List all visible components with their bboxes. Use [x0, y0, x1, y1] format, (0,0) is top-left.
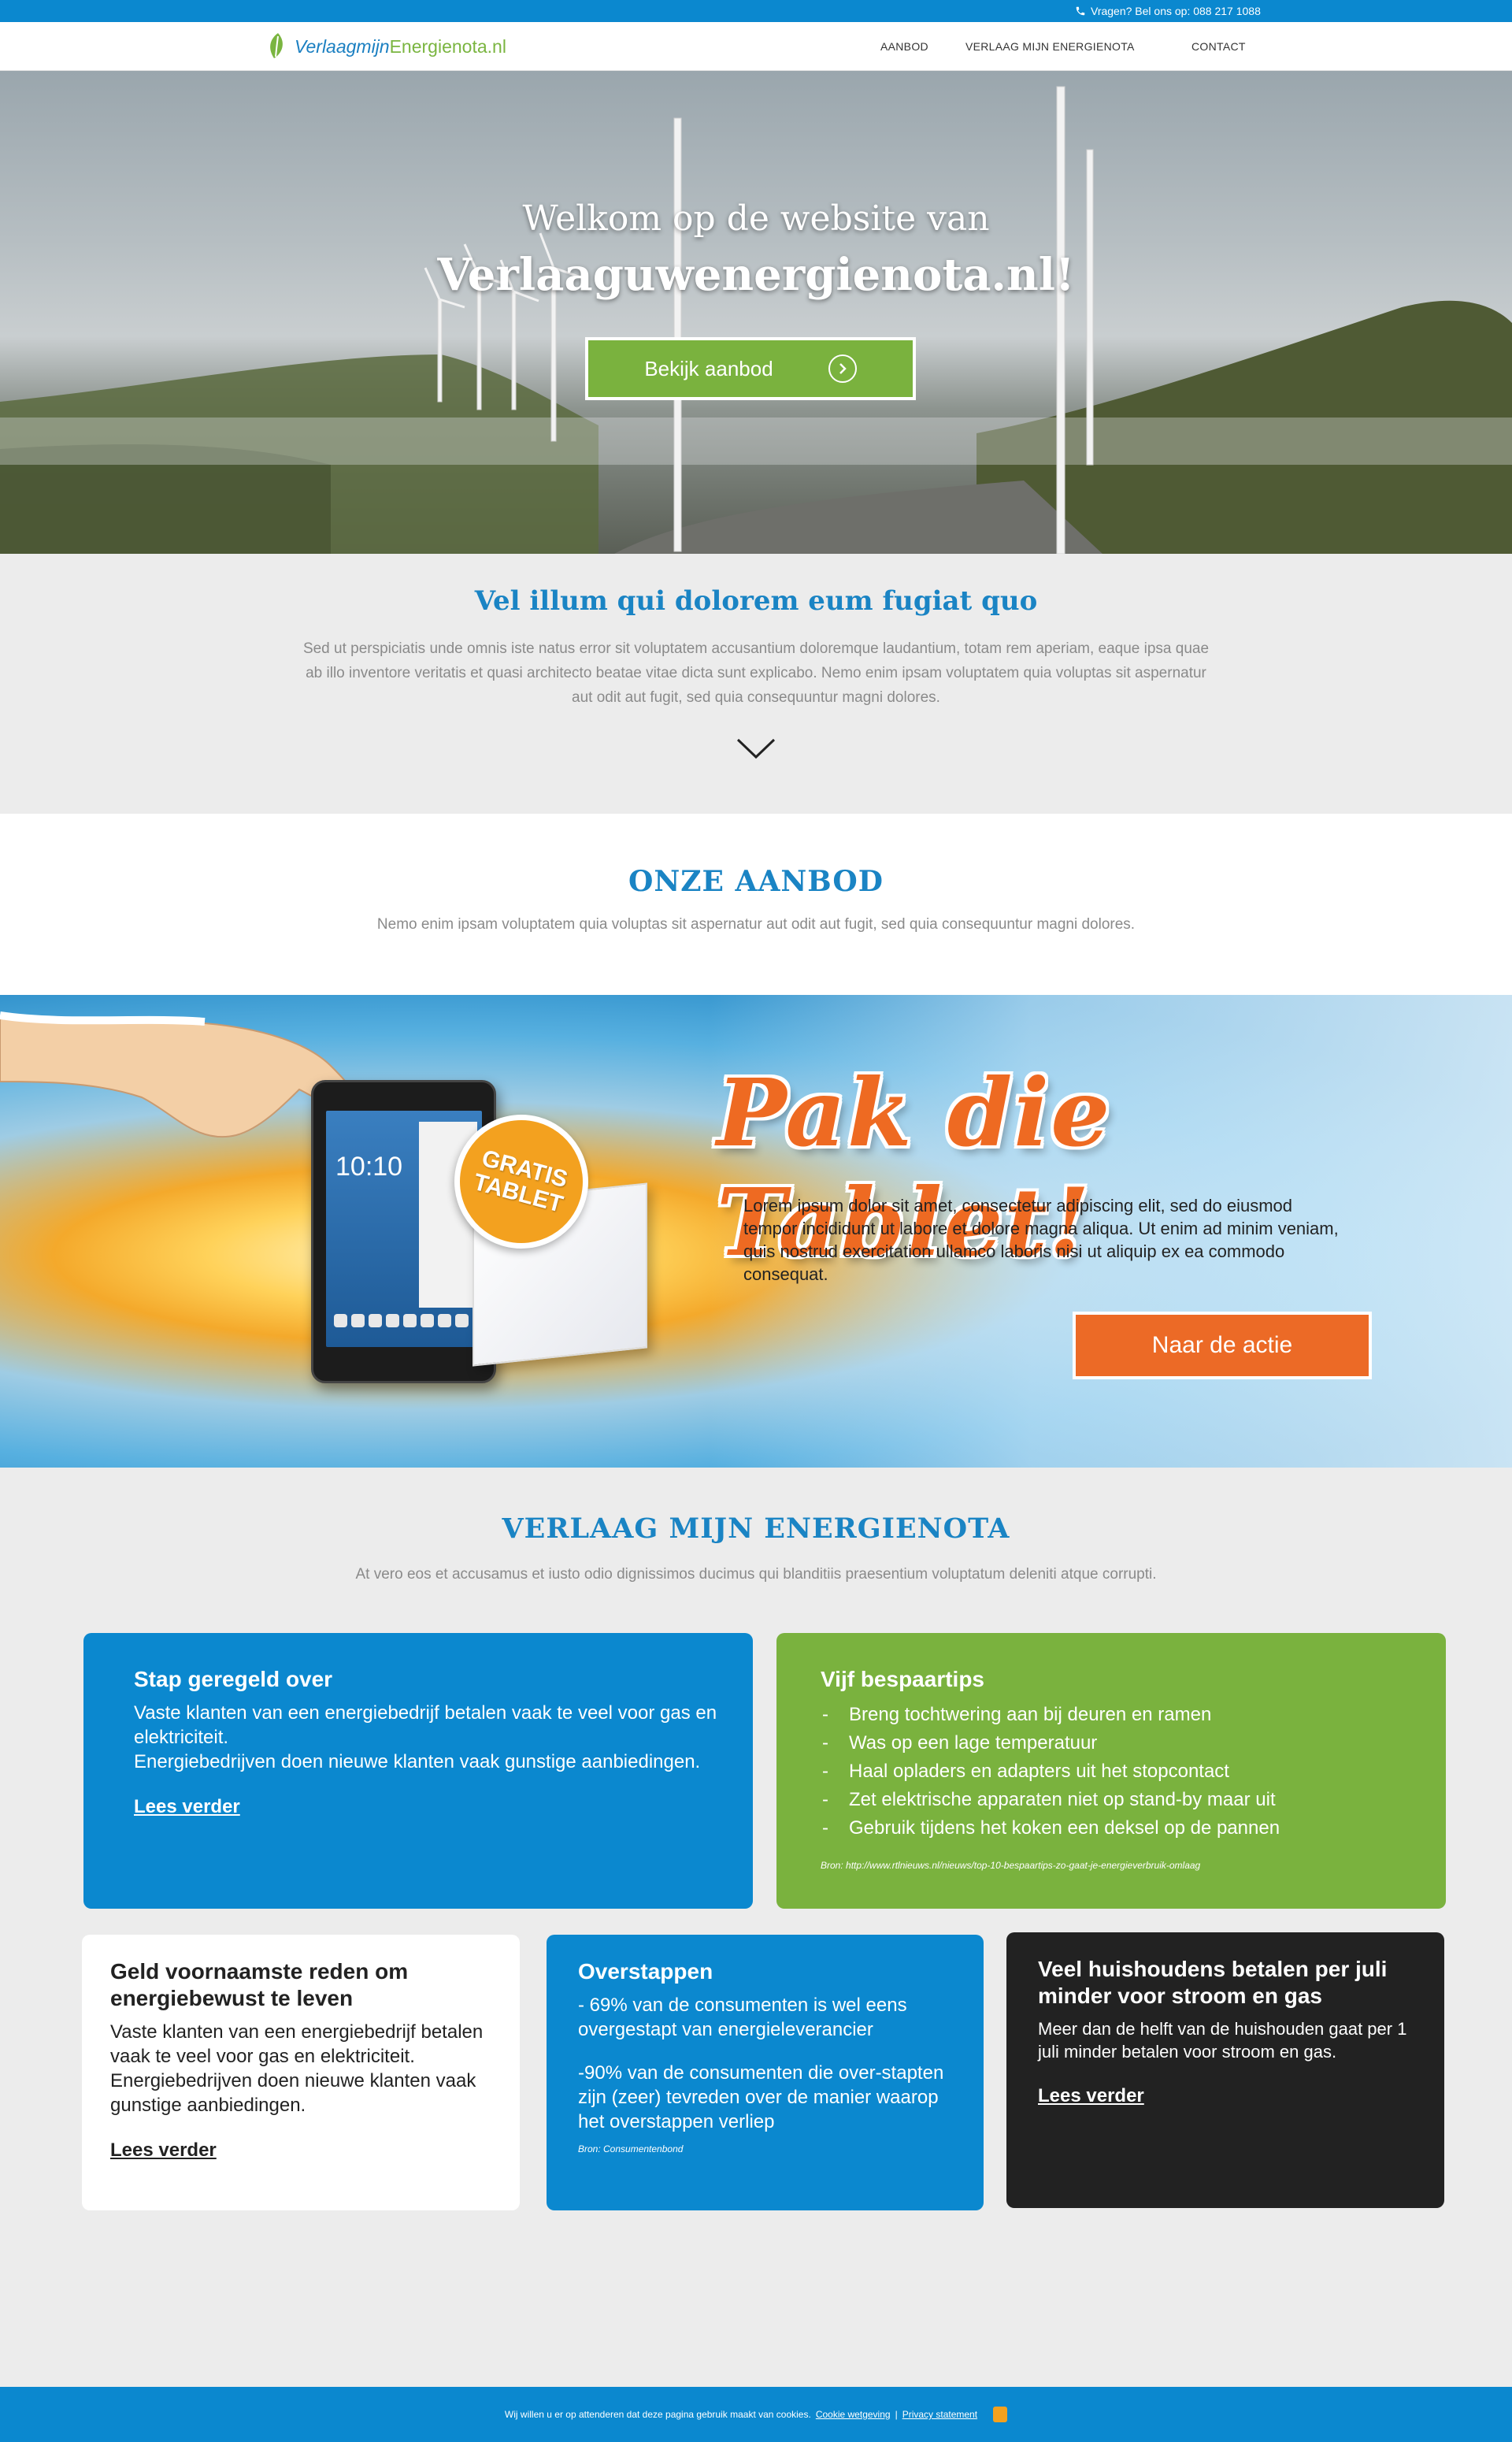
tablet-clock: 10:10 — [335, 1152, 403, 1182]
phone-contact[interactable]: Vragen? Bel ons op: 088 217 1088 — [1075, 5, 1261, 17]
cookie-bar: Wij willen u er op attenderen dat deze p… — [0, 2387, 1512, 2442]
tablet-promo-banner: 10:10 GRATIS TABLET Pak die Tablet! Lore… — [0, 995, 1512, 1468]
list-item: - Zet elektrische apparaten niet op stand… — [822, 1789, 1276, 1810]
verlaag-subtitle: At vero eos et accusamus et iusto odio d… — [355, 1566, 1157, 1583]
nav-aanbod[interactable]: AANBOD — [880, 40, 928, 53]
card-title: Stap geregeld over — [134, 1667, 333, 1691]
site-logo[interactable]: Verlaagmijn Energienota.nl — [266, 32, 506, 61]
card-title: Overstappen — [578, 1959, 713, 1984]
card-text: Vaste klanten van een energiebedrijf bet… — [134, 1702, 717, 1748]
logo-text-part1: Verlaagmijn — [295, 35, 390, 57]
nav-verlaag-mijn-energienota[interactable]: VERLAAG MIJN ENERGIENOTA — [965, 40, 1135, 53]
top-bar: Vragen? Bel ons op: 088 217 1088 — [0, 0, 1512, 22]
list-item: - Gebruik tijdens het koken een deksel op… — [822, 1817, 1280, 1839]
logo-text-part2: Energienota.nl — [389, 35, 506, 57]
chevron-down-icon[interactable] — [736, 737, 776, 760]
card-stap-geregeld-over: Stap geregeld over Vaste klanten van een… — [83, 1633, 753, 1909]
card-overstappen: Overstappen - 69% van de consumenten is … — [547, 1935, 984, 2210]
intro-title: Vel illum qui dolorem eum fugiat quo — [474, 585, 1038, 617]
card-vijf-bespaartips: Vijf bespaartips - Breng tochtwering aan … — [776, 1633, 1446, 1909]
hero-banner: Welkom op de website van Verlaaguwenergi… — [0, 71, 1512, 554]
lees-verder-link[interactable]: Lees verder — [1038, 2085, 1144, 2107]
cookie-icon[interactable] — [993, 2407, 1008, 2422]
arrow-right-circle-icon — [828, 354, 857, 383]
card-text: -90% van de consumenten die over-stapten… — [578, 2062, 944, 2132]
tablet-device: 10:10 — [311, 1080, 496, 1383]
card-title: Geld voornaamste reden om energiebewust … — [110, 1959, 409, 2010]
wind-turbines-landscape — [0, 86, 1512, 554]
card-huishoudens: Veel huishoudens betalen per juli minder… — [1006, 1932, 1444, 2208]
list-item: - Breng tochtwering aan bij deuren en ram… — [822, 1704, 1212, 1725]
card-text: Meer dan de helft van de huishouden gaat… — [1038, 2019, 1407, 2062]
bekijk-aanbod-label: Bekijk aanbod — [644, 356, 773, 380]
cookie-wetgeving-link[interactable]: Cookie wetgeving — [816, 2409, 891, 2420]
list-item: - Haal opladers en adapters uit het stopc… — [822, 1761, 1229, 1782]
card-text: - 69% van de consumenten is wel eens ove… — [578, 1995, 907, 2040]
card-text: Vaste klanten van een energiebedrijf bet… — [110, 2021, 484, 2116]
source-note: Bron: http://www.rtlnieuws.nl/nieuws/top… — [821, 1860, 1201, 1871]
source-note: Bron: Consumentenbond — [578, 2143, 684, 2154]
card-geld-reden: Geld voornaamste reden om energiebewust … — [82, 1935, 520, 2210]
card-title: Veel huishoudens betalen per juli minder… — [1038, 1957, 1388, 2008]
naar-de-actie-button[interactable]: Naar de actie — [1073, 1312, 1372, 1379]
lees-verder-link[interactable]: Lees verder — [134, 1796, 240, 1818]
cookie-text: Wij willen u er op attenderen dat deze p… — [504, 2409, 811, 2420]
promo-text: Lorem ipsum dolor sit amet, consectetur … — [743, 1196, 1339, 1284]
card-title: Vijf bespaartips — [821, 1667, 985, 1691]
bespaartips-list: - Breng tochtwering aan bij deuren en ram… — [821, 1701, 1416, 1843]
lees-verder-link[interactable]: Lees verder — [110, 2140, 217, 2162]
nav-contact[interactable]: CONTACT — [1191, 40, 1246, 53]
naar-de-actie-label: Naar de actie — [1151, 1332, 1293, 1358]
card-text: Energiebedrijven doen nieuwe klanten vaa… — [134, 1751, 701, 1772]
intro-text: Sed ut perspiciatis unde omnis iste natu… — [302, 640, 1210, 706]
aanbod-text: Nemo enim ipsam voluptatem quia voluptas… — [376, 916, 1136, 933]
hero-line2: Verlaaguwenergienota.nl! — [437, 249, 1075, 301]
aanbod-section: ONZE AANBOD Nemo enim ipsam voluptatem q… — [0, 814, 1512, 995]
tablet-app-icons — [334, 1314, 474, 1327]
aanbod-title: ONZE AANBOD — [628, 865, 884, 898]
bekijk-aanbod-button[interactable]: Bekijk aanbod — [585, 337, 916, 400]
site-header: Verlaagmijn Energienota.nl AANBOD VERLAAG… — [0, 22, 1512, 71]
hero-line1: Welkom op de website van — [522, 199, 990, 239]
verlaag-title: VERLAAG MIJN ENERGIENOTA — [502, 1512, 1010, 1545]
phone-text: Vragen? Bel ons op: 088 217 1088 — [1091, 5, 1261, 17]
list-item: - Was op een lage temperatuur — [822, 1732, 1098, 1754]
leaf-icon — [270, 33, 283, 58]
intro-section: Vel illum qui dolorem eum fugiat quo Sed… — [0, 554, 1512, 814]
cookie-separator: | — [895, 2409, 898, 2420]
tablet-screen: 10:10 — [326, 1111, 482, 1347]
phone-icon — [1076, 6, 1085, 16]
privacy-statement-link[interactable]: Privacy statement — [902, 2409, 977, 2420]
